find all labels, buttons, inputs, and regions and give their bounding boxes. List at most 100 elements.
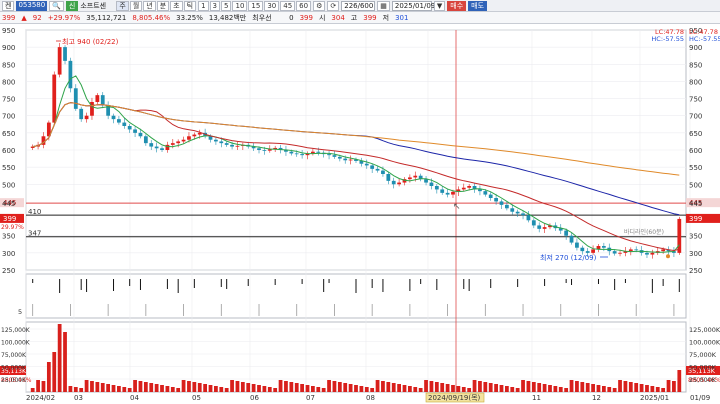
volume-bar	[267, 387, 272, 392]
volume-bar	[677, 370, 682, 392]
candle-body	[461, 187, 466, 190]
volume-tick: 25,000K	[689, 376, 717, 384]
interval-button-0[interactable]: 1	[198, 0, 209, 11]
high-price: 399	[363, 13, 377, 22]
volume-bar	[294, 383, 299, 392]
volume-bar	[402, 385, 407, 392]
volume-bar	[467, 388, 472, 392]
volume-bar	[591, 384, 595, 392]
volume-bar	[612, 388, 617, 392]
sell-button[interactable]: 매도	[468, 0, 488, 11]
candle-body	[488, 194, 493, 198]
theme-tag[interactable]: 신	[65, 0, 79, 11]
date-field[interactable]: 2025/01/09	[391, 0, 435, 11]
volume-bar	[553, 386, 558, 392]
buy-button[interactable]: 매수	[447, 0, 467, 11]
candle-body	[526, 215, 531, 221]
volume-bar	[386, 382, 391, 392]
interval-button-6[interactable]: 45	[280, 0, 296, 11]
high-annotation: 최고 940 (02/22)	[62, 37, 119, 46]
trade-amount: 13,482백만	[208, 13, 247, 22]
volume-bar	[397, 384, 401, 392]
volume-bar	[434, 382, 439, 392]
settings-icon[interactable]: ⚙	[313, 0, 326, 11]
candle-body	[165, 144, 170, 150]
volume-bar	[214, 386, 218, 392]
current-price: 399	[2, 13, 16, 22]
trading-chart-window: 켄 053580 🔍 신 소프트센 주월년분초틱 1 3 5 10 15 30 45 60 ⚙…	[0, 0, 720, 404]
period-button-5[interactable]: 틱	[183, 0, 197, 11]
volume-tick: 125,000K	[689, 326, 720, 334]
candle-body	[370, 165, 375, 169]
candle-body	[677, 218, 682, 253]
refresh-icon[interactable]: ⟳	[327, 0, 340, 11]
volume-bar	[106, 384, 111, 392]
period-button-3[interactable]: 분	[156, 0, 170, 11]
candle-body	[645, 252, 649, 255]
candle-body	[300, 154, 305, 156]
interval-buttons: 1 3 5 10 15 30 45 60	[198, 0, 312, 11]
priority-value: 0	[289, 13, 294, 22]
candle-body	[650, 252, 655, 255]
candle-body	[381, 170, 385, 174]
price-tick-right: 445	[689, 200, 702, 208]
interval-button-7[interactable]: 60	[296, 0, 312, 11]
stock-code-input[interactable]: 053580	[16, 0, 48, 11]
volume: 35,112,721	[86, 13, 127, 22]
volume-tick: 100,000K	[689, 339, 720, 347]
x-axis-label: 07	[306, 394, 315, 402]
volume-bar	[170, 387, 175, 392]
search-icon[interactable]: 🔍	[49, 0, 64, 11]
volume-bar	[623, 381, 628, 392]
volume-tick-left: 100,000K	[1, 340, 31, 347]
chart-canvas[interactable]: 410347445 44539929.97%399 5 35,113K35,113…	[0, 24, 720, 404]
candle-body	[612, 251, 617, 254]
volume-bar	[580, 382, 585, 392]
candle-body	[337, 156, 342, 159]
interval-button-5[interactable]: 30	[264, 0, 280, 11]
x-axis-label: 04	[130, 394, 139, 402]
volume-bar	[418, 388, 423, 392]
price-tick-left: 800	[2, 78, 15, 86]
candle-body	[208, 136, 213, 140]
candle-body	[79, 108, 84, 120]
x-axis-label: 2024/09/19(목)	[428, 394, 481, 402]
volume-bar	[499, 385, 504, 392]
volume-bar	[548, 385, 552, 392]
quote-bar: 399 ▲ 92 +29.97% 35,112,721 8,805.46% 33…	[0, 12, 720, 24]
candle-body	[580, 247, 585, 252]
price-tick-right: 850	[689, 61, 702, 69]
candle-body	[52, 74, 57, 123]
volume-bar	[456, 386, 461, 392]
candle-body	[160, 148, 164, 150]
period-button-2[interactable]: 년	[143, 0, 156, 11]
candle-body	[531, 220, 536, 226]
candle-body	[429, 182, 434, 186]
period-button-4[interactable]: 초	[170, 0, 183, 11]
volume-bar	[381, 381, 385, 392]
x-axis-label: 01/09	[690, 394, 710, 402]
volume-bar	[585, 383, 590, 392]
interval-button-1[interactable]: 3	[209, 0, 221, 11]
interval-button-2[interactable]: 5	[221, 0, 232, 11]
volume-bar	[650, 386, 655, 392]
candle-body	[483, 191, 488, 195]
volume-bar	[445, 384, 450, 392]
period-button-1[interactable]: 월	[129, 0, 143, 11]
menu-button[interactable]: 켄	[2, 0, 15, 11]
calendar-icon[interactable]: ▦	[377, 0, 390, 11]
page-count-field[interactable]: 226/600	[341, 0, 376, 11]
period-button-0[interactable]: 주	[116, 0, 129, 11]
left-price-label: 399	[3, 215, 16, 223]
candle-body	[386, 174, 391, 181]
interval-button-3[interactable]: 10	[232, 0, 248, 11]
candle-body	[327, 154, 331, 156]
price-tick-right: 700	[689, 113, 702, 121]
candle-body	[413, 175, 418, 178]
date-picker-button[interactable]: ▼	[433, 0, 446, 11]
price-tick-left: 700	[2, 113, 15, 121]
price-chart[interactable]: 410 347 445 445 399 29.97% 399 5 35,113K 35,113…	[0, 24, 720, 404]
low-price: 301	[395, 13, 409, 22]
volume-bar	[57, 324, 62, 392]
interval-button-4[interactable]: 15	[248, 0, 264, 11]
